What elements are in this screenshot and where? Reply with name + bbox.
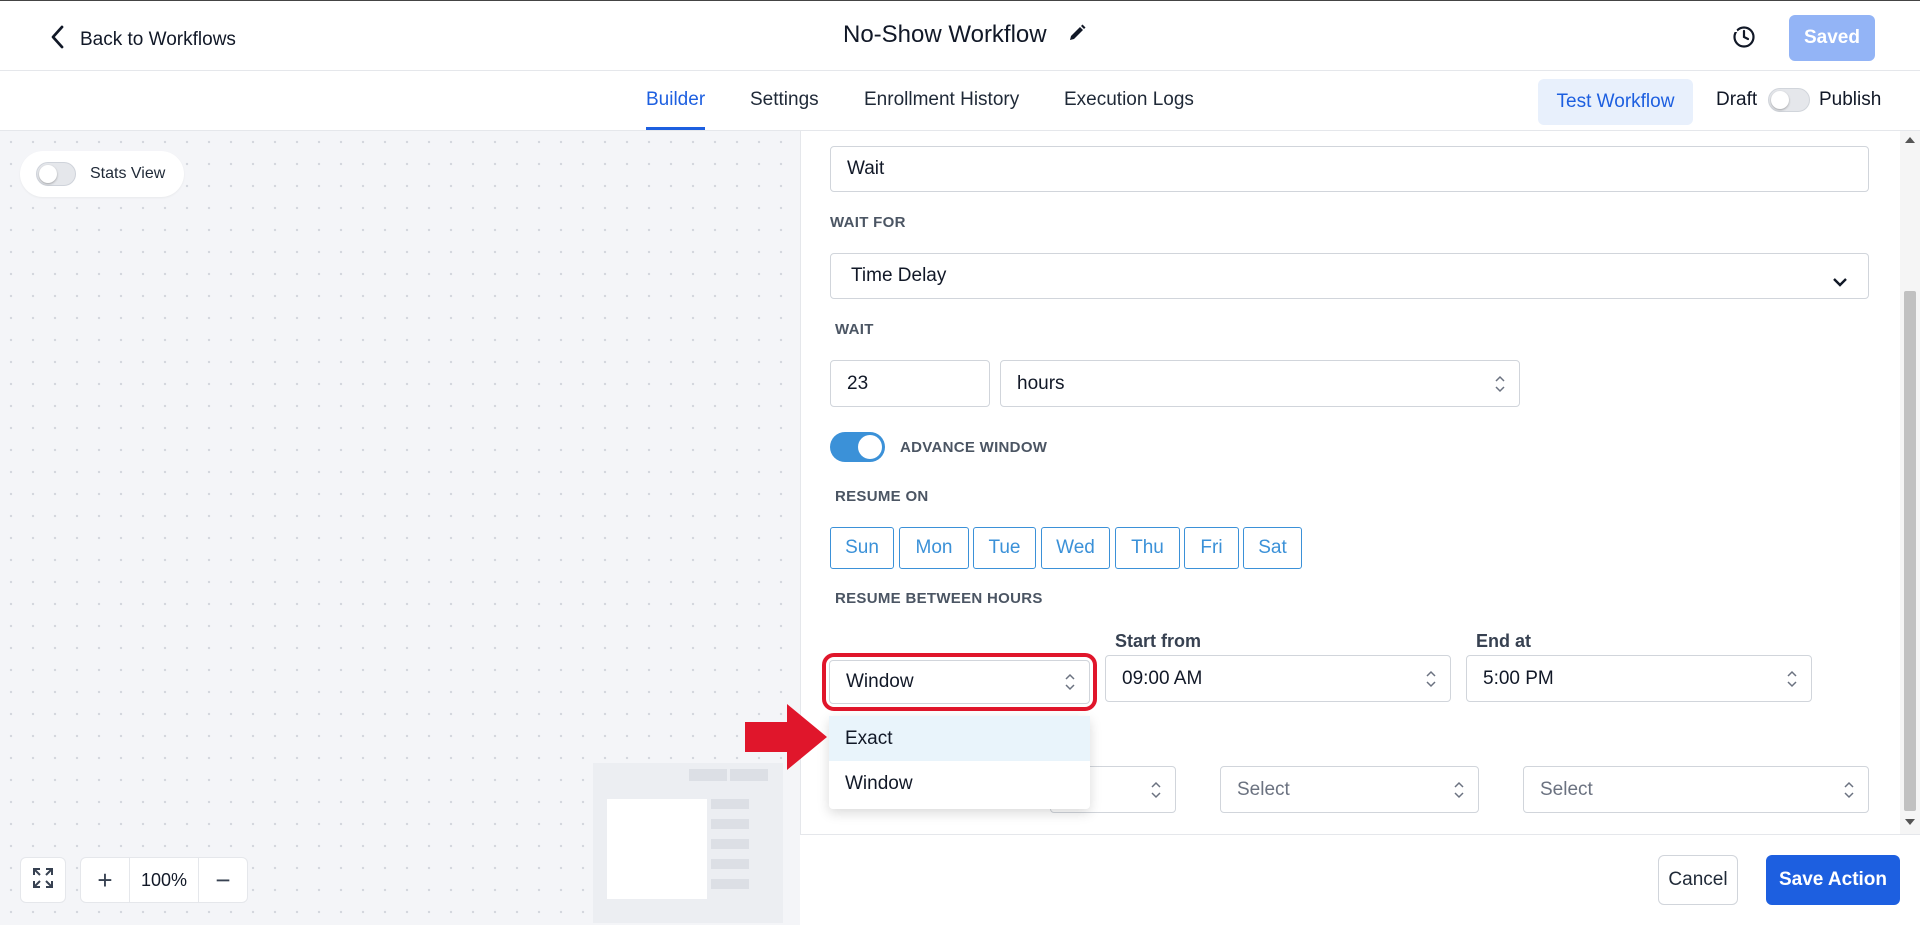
day-tue-button[interactable]: Tue bbox=[973, 527, 1036, 569]
stats-view-label: Stats View bbox=[90, 165, 166, 182]
day-wed-button[interactable]: Wed bbox=[1041, 527, 1110, 569]
option-exact[interactable]: Exact bbox=[829, 716, 1090, 761]
minimap-viewport bbox=[607, 799, 707, 899]
toggle-knob bbox=[1771, 91, 1789, 109]
wait-for-select[interactable]: Time Delay bbox=[830, 253, 1869, 299]
scroll-thumb[interactable] bbox=[1904, 291, 1916, 811]
stats-view-toggle[interactable]: Stats View bbox=[20, 151, 184, 197]
wait-for-value: Time Delay bbox=[851, 265, 947, 286]
publish-label: Publish bbox=[1819, 89, 1882, 110]
zoom-in-button[interactable]: + bbox=[81, 858, 129, 902]
zoom-controls: + 100% − bbox=[80, 857, 248, 903]
zoom-level: 100% bbox=[129, 858, 199, 902]
day-mon-button[interactable]: Mon bbox=[899, 527, 969, 569]
updown-icon bbox=[1151, 781, 1161, 799]
chevron-down-icon bbox=[1832, 271, 1848, 287]
scroll-down-icon[interactable] bbox=[1905, 819, 1915, 825]
panel-footer bbox=[800, 834, 1920, 925]
wait-amount-input[interactable]: 23 bbox=[830, 360, 990, 407]
window-mode-dropdown: Exact Window bbox=[829, 716, 1090, 809]
highlight-annotation bbox=[822, 653, 1097, 711]
workflow-title: No-Show Workflow bbox=[843, 21, 1047, 48]
minimap-node bbox=[711, 839, 749, 849]
wait-unit-select[interactable]: hours bbox=[1000, 360, 1520, 407]
tab-builder[interactable]: Builder bbox=[646, 89, 705, 111]
minimap-node bbox=[730, 769, 768, 781]
toggle-knob bbox=[39, 165, 57, 183]
workflow-canvas[interactable]: Stats View + 100% − bbox=[0, 131, 800, 925]
fit-view-button[interactable] bbox=[20, 857, 66, 903]
wait-label: WAIT bbox=[835, 321, 874, 338]
wait-unit-value: hours bbox=[1017, 372, 1065, 394]
day-fri-button[interactable]: Fri bbox=[1184, 527, 1239, 569]
resume-on-label: RESUME ON bbox=[835, 488, 929, 505]
arrow-annotation-icon bbox=[745, 704, 827, 770]
day-sat-button[interactable]: Sat bbox=[1243, 527, 1302, 569]
cancel-button[interactable]: Cancel bbox=[1658, 855, 1738, 905]
minimap-node bbox=[711, 819, 749, 829]
publish-toggle[interactable] bbox=[1768, 88, 1810, 112]
tabs-bar: Builder Settings Enrollment History Exec… bbox=[0, 71, 1920, 131]
tab-execution-logs[interactable]: Execution Logs bbox=[1064, 89, 1194, 111]
updown-icon bbox=[1426, 670, 1436, 688]
resume-between-hours-label: RESUME BETWEEN HOURS bbox=[835, 590, 1043, 607]
action-name-input[interactable]: Wait bbox=[830, 146, 1869, 192]
advance-window-label: ADVANCE WINDOW bbox=[900, 439, 1048, 456]
minimap-node bbox=[711, 879, 749, 889]
edit-pencil-icon[interactable] bbox=[1067, 23, 1087, 48]
zoom-out-button[interactable]: − bbox=[199, 858, 247, 902]
chevron-left-icon bbox=[48, 23, 68, 57]
test-workflow-button[interactable]: Test Workflow bbox=[1538, 79, 1693, 125]
minimap-node bbox=[689, 769, 727, 781]
advance-window-toggle[interactable] bbox=[830, 432, 885, 462]
updown-icon bbox=[1787, 670, 1797, 688]
saved-button[interactable]: Saved bbox=[1789, 15, 1875, 61]
day-sun-button[interactable]: Sun bbox=[830, 527, 894, 569]
select-placeholder: Select bbox=[1540, 778, 1593, 800]
start-time-select[interactable]: 09:00 AM bbox=[1105, 655, 1451, 702]
top-bar: Back to Workflows No-Show Workflow Saved bbox=[0, 0, 1920, 71]
workflow-title-group: No-Show Workflow bbox=[843, 21, 1087, 49]
option-window[interactable]: Window bbox=[829, 761, 1090, 806]
end-at-label: End at bbox=[1476, 631, 1532, 651]
back-to-workflows-link[interactable]: Back to Workflows bbox=[48, 23, 236, 57]
start-from-label: Start from bbox=[1115, 631, 1202, 651]
start-time-value: 09:00 AM bbox=[1122, 667, 1203, 689]
scroll-up-icon[interactable] bbox=[1905, 137, 1915, 143]
stats-switch[interactable] bbox=[36, 162, 76, 186]
history-icon[interactable] bbox=[1730, 23, 1758, 51]
expand-icon bbox=[32, 867, 54, 894]
updown-icon bbox=[1844, 781, 1854, 799]
minimap[interactable] bbox=[593, 763, 783, 923]
wait-for-label: WAIT FOR bbox=[830, 214, 906, 231]
select-field[interactable]: Select bbox=[1220, 766, 1479, 813]
toggle-knob bbox=[858, 435, 882, 459]
panel-scrollbar[interactable] bbox=[1900, 131, 1920, 834]
select-field[interactable]: Select bbox=[1523, 766, 1869, 813]
updown-icon bbox=[1454, 781, 1464, 799]
day-thu-button[interactable]: Thu bbox=[1115, 527, 1180, 569]
end-time-select[interactable]: 5:00 PM bbox=[1466, 655, 1812, 702]
tab-settings[interactable]: Settings bbox=[750, 89, 819, 111]
select-placeholder: Select bbox=[1237, 778, 1290, 800]
save-action-button[interactable]: Save Action bbox=[1766, 855, 1900, 905]
tab-enrollment-history[interactable]: Enrollment History bbox=[864, 89, 1019, 111]
minimap-node bbox=[711, 799, 749, 809]
draft-label: Draft bbox=[1716, 89, 1758, 110]
end-time-value: 5:00 PM bbox=[1483, 667, 1554, 689]
updown-icon bbox=[1495, 375, 1505, 393]
active-tab-indicator bbox=[646, 127, 705, 130]
back-label: Back to Workflows bbox=[80, 29, 236, 50]
minimap-node bbox=[711, 859, 749, 869]
